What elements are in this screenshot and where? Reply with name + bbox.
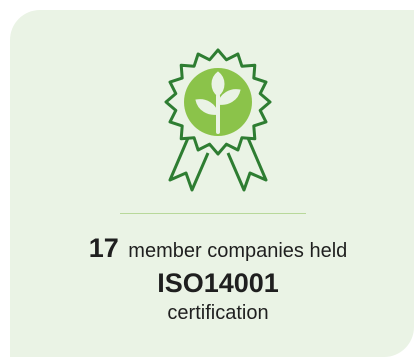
standard-name: ISO14001: [157, 268, 279, 298]
certification-card: 17 member companies held ISO14001 certif…: [10, 10, 414, 357]
award-ribbon-seedling-icon: [164, 48, 272, 192]
stat-line: 17 member companies held: [20, 232, 416, 267]
certification-label: certification: [167, 302, 269, 324]
member-count: 17: [88, 233, 119, 263]
stat-text: 17 member companies held ISO14001 certif…: [20, 232, 416, 327]
member-count-suffix: member companies held: [128, 240, 348, 262]
divider: [120, 213, 306, 214]
